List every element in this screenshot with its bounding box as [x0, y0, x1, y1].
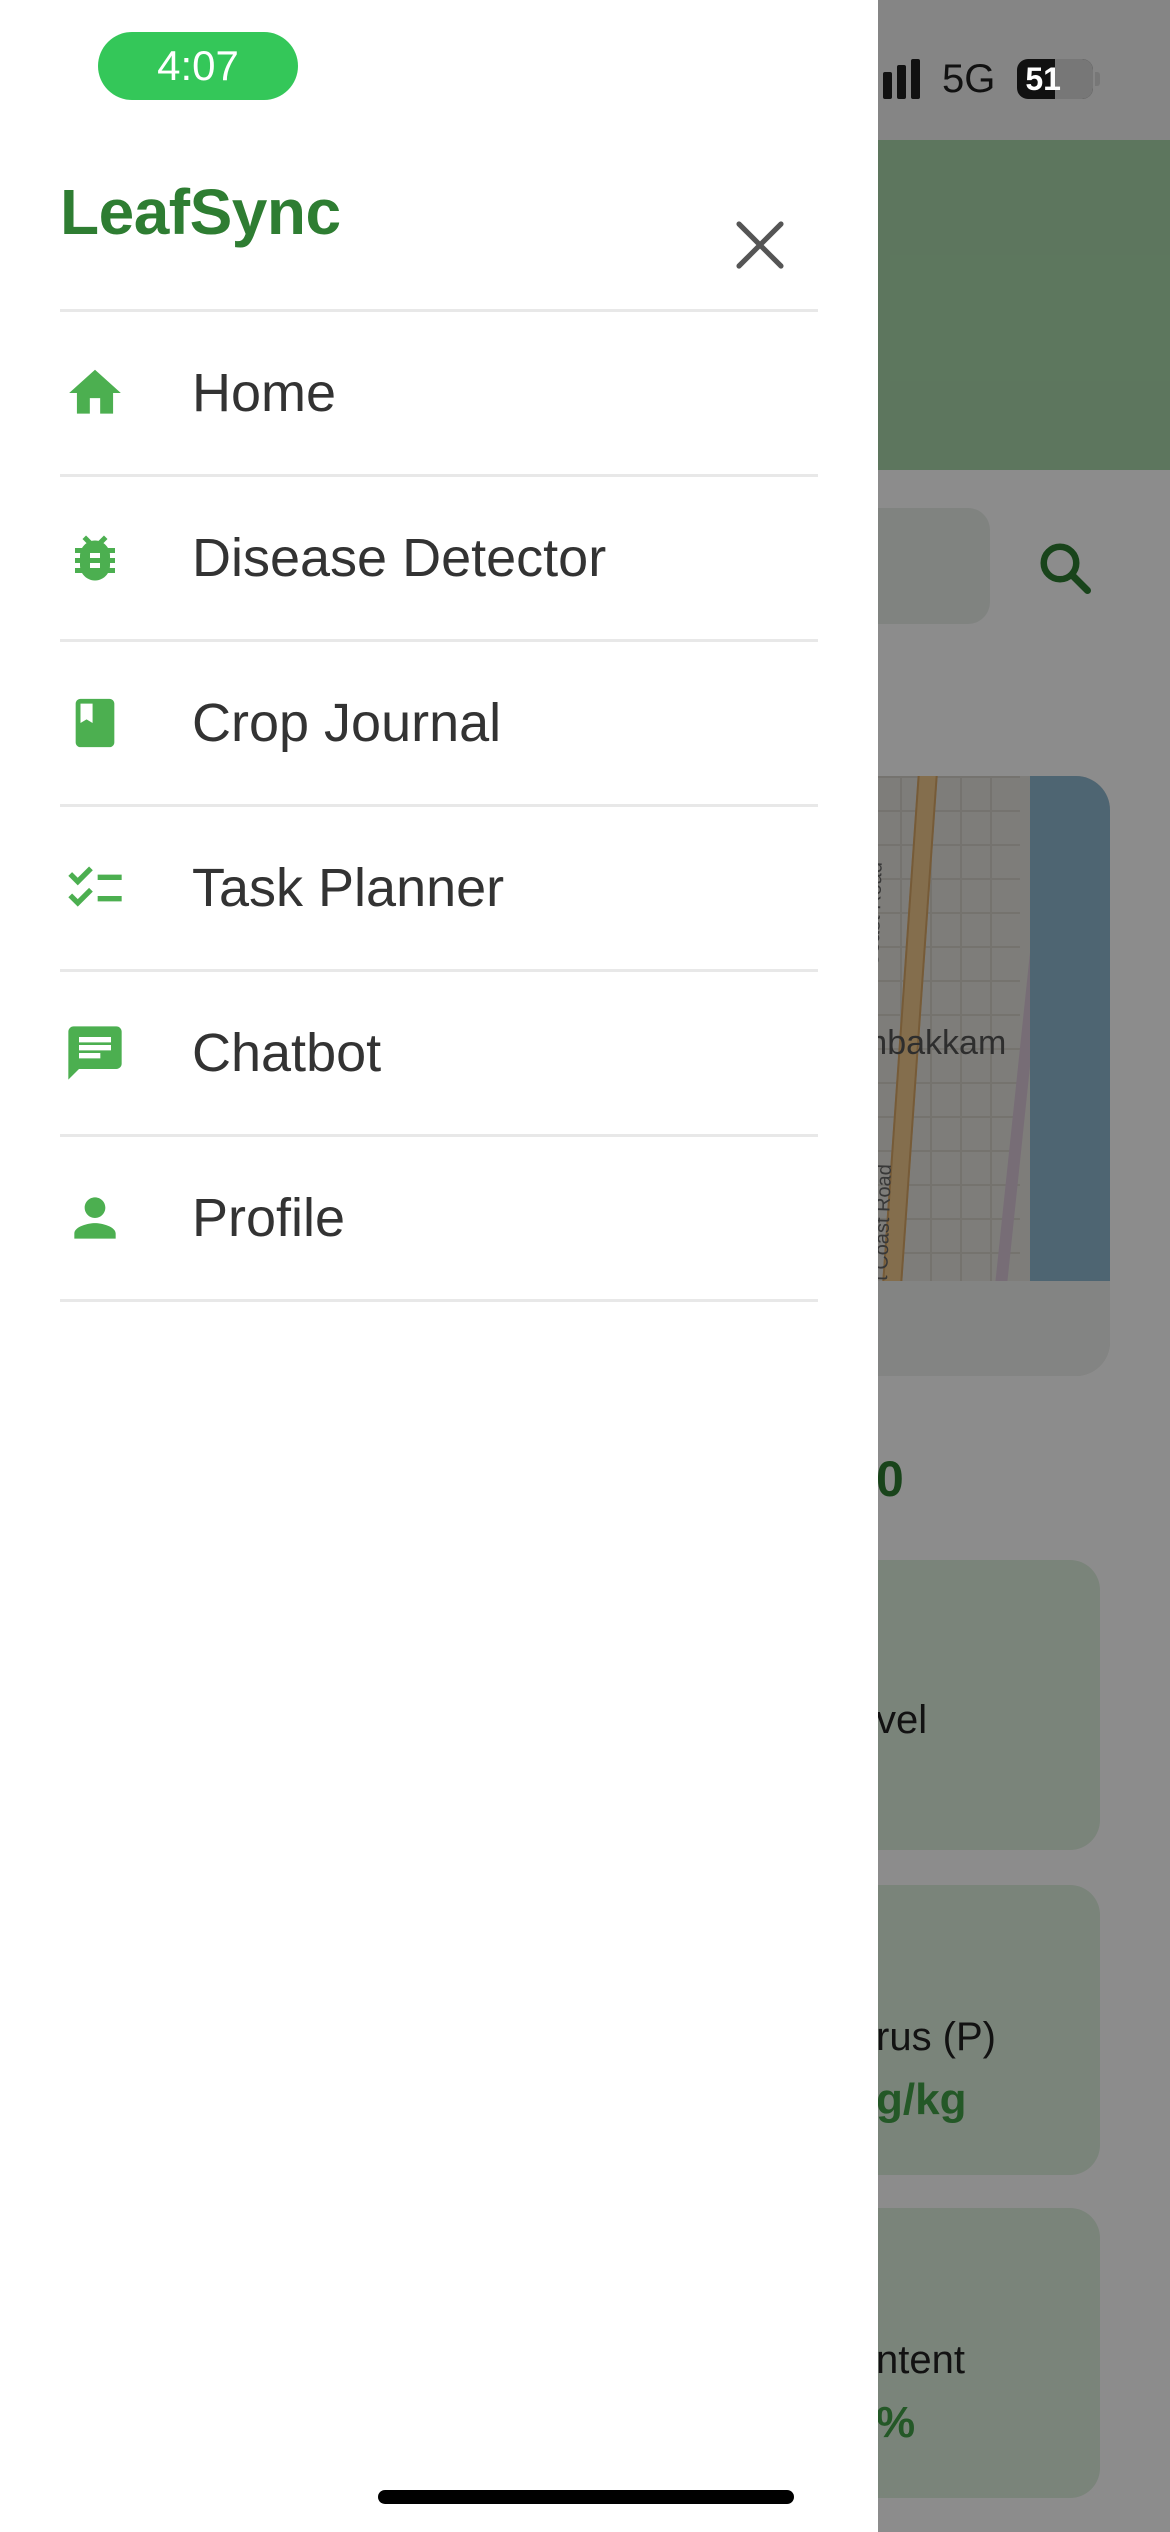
- menu-item-label: Disease Detector: [192, 528, 607, 588]
- menu-item-task-planner[interactable]: Task Planner: [60, 807, 818, 972]
- drawer-menu: Home Disease Detector Crop Journal Task …: [60, 312, 818, 1302]
- drawer-scrim[interactable]: [878, 0, 1170, 2532]
- close-icon: [736, 221, 784, 269]
- home-icon: [60, 358, 130, 428]
- person-icon: [60, 1183, 130, 1253]
- home-indicator[interactable]: [378, 2490, 794, 2504]
- menu-item-crop-journal[interactable]: Crop Journal: [60, 642, 818, 807]
- menu-item-label: Chatbot: [192, 1023, 382, 1083]
- navigation-drawer: 4:07 LeafSync Home Disease Detector Crop…: [0, 0, 878, 2532]
- checklist-icon: [60, 853, 130, 923]
- menu-item-label: Home: [192, 363, 337, 423]
- status-time: 4:07: [98, 32, 298, 100]
- menu-item-disease-detector[interactable]: Disease Detector: [60, 477, 818, 642]
- menu-item-label: Crop Journal: [192, 693, 502, 753]
- bug-icon: [60, 523, 130, 593]
- battery-level: 51: [1025, 61, 1061, 97]
- book-icon: [60, 688, 130, 758]
- chat-icon: [60, 1018, 130, 1088]
- menu-item-home[interactable]: Home: [60, 312, 818, 477]
- menu-item-label: Profile: [192, 1188, 346, 1248]
- menu-item-chatbot[interactable]: Chatbot: [60, 972, 818, 1137]
- menu-item-profile[interactable]: Profile: [60, 1137, 818, 1302]
- menu-item-label: Task Planner: [192, 858, 505, 918]
- brand-title: LeafSync: [60, 176, 341, 248]
- close-button[interactable]: [720, 205, 800, 285]
- network-type: 5G: [942, 56, 996, 101]
- status-indicators: 5G 51: [855, 56, 1101, 102]
- battery-icon: 51: [1017, 59, 1101, 99]
